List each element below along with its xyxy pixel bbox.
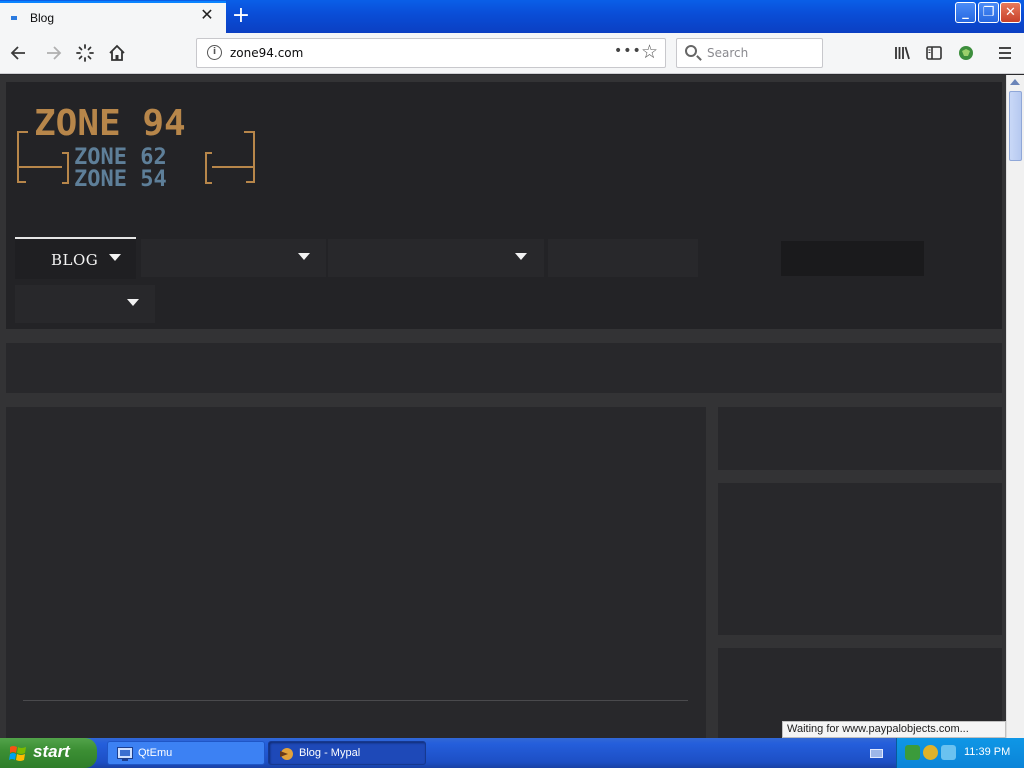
nav-item-label: BLOG bbox=[51, 251, 99, 269]
desktop: Blog ✕ + _ ❐ ✕ i zone94.com ••• ☆ Search… bbox=[0, 0, 1024, 768]
menu-button[interactable] bbox=[994, 42, 1016, 64]
nav-item-4[interactable] bbox=[548, 239, 698, 277]
home-button[interactable] bbox=[106, 42, 128, 64]
nav-item-5[interactable] bbox=[15, 285, 155, 323]
sidebar-widget-2 bbox=[718, 483, 1002, 635]
breadcrumb-bar bbox=[6, 343, 1002, 393]
chevron-down-icon bbox=[127, 299, 139, 306]
site-header: ZONE 94 ZONE 62 ZONE 54 BLOG bbox=[6, 82, 1002, 329]
browser-titlebar: Blog ✕ + _ ❐ ✕ bbox=[0, 0, 1024, 33]
taskbar-item-browser[interactable]: Blog - Mypal bbox=[268, 741, 426, 765]
hamburger-menu-icon bbox=[999, 47, 1011, 59]
tab-blog[interactable]: Blog ✕ bbox=[0, 1, 226, 33]
clock[interactable]: 11:39 PM bbox=[964, 746, 1010, 758]
library-icon bbox=[895, 46, 910, 60]
system-tray: 11:39 PM bbox=[896, 738, 1024, 768]
sidebar-widget-1 bbox=[718, 407, 1002, 470]
stop-loading-button[interactable] bbox=[74, 42, 96, 64]
url-text[interactable]: zone94.com bbox=[230, 46, 303, 60]
start-label: start bbox=[33, 742, 70, 761]
main-content bbox=[6, 407, 706, 738]
tab-title: Blog bbox=[30, 11, 55, 25]
logo-tertiary-text: ZONE 54 bbox=[74, 167, 167, 190]
taskbar-item-qtemu[interactable]: QtEmu bbox=[107, 741, 265, 765]
tray-app-icon[interactable] bbox=[941, 745, 956, 760]
nav-item-3[interactable] bbox=[328, 239, 544, 277]
update-icon[interactable] bbox=[923, 745, 938, 760]
start-button[interactable]: start bbox=[0, 738, 97, 768]
chevron-down-icon bbox=[298, 253, 310, 260]
loading-spinner-icon bbox=[76, 44, 94, 62]
restore-button[interactable]: ❐ bbox=[978, 2, 999, 23]
home-icon bbox=[109, 44, 125, 61]
nav-item-2[interactable] bbox=[141, 239, 326, 277]
taskbar: start QtEmu Blog - Mypal 11:39 PM bbox=[0, 738, 1024, 768]
site-logo[interactable]: ZONE 94 ZONE 62 ZONE 54 bbox=[16, 100, 256, 190]
forward-arrow-icon bbox=[47, 46, 62, 60]
logo-primary-text: ZONE 94 bbox=[34, 103, 186, 144]
bookmark-star-icon[interactable]: ☆ bbox=[641, 41, 658, 63]
page-scrollbar[interactable] bbox=[1006, 75, 1024, 738]
nav-item-blog[interactable]: BLOG bbox=[15, 237, 136, 279]
sidebar-button[interactable] bbox=[923, 42, 945, 64]
close-window-button[interactable]: ✕ bbox=[1000, 2, 1021, 23]
scroll-up-icon[interactable] bbox=[1010, 79, 1020, 85]
page-actions-icon[interactable]: ••• bbox=[614, 43, 642, 59]
search-icon bbox=[685, 45, 697, 57]
network-icon[interactable] bbox=[905, 745, 920, 760]
taskbar-item-label: Blog - Mypal bbox=[299, 747, 361, 759]
content-divider bbox=[23, 700, 688, 701]
forward-button[interactable] bbox=[42, 42, 64, 64]
web-page: ZONE 94 ZONE 62 ZONE 54 BLOG bbox=[0, 75, 1006, 738]
sidebar-icon bbox=[926, 46, 942, 60]
status-panel: Waiting for www.paypalobjects.com... bbox=[782, 721, 1006, 738]
url-bar[interactable]: i zone94.com ••• ☆ bbox=[196, 38, 666, 68]
new-tab-button[interactable]: + bbox=[230, 5, 252, 27]
search-placeholder: Search bbox=[707, 46, 749, 60]
mypal-browser-icon bbox=[280, 748, 293, 760]
scroll-thumb[interactable] bbox=[1009, 91, 1022, 161]
minimize-button[interactable]: _ bbox=[955, 2, 976, 23]
tab-close-icon[interactable]: ✕ bbox=[199, 7, 215, 23]
qtemu-icon bbox=[117, 747, 133, 761]
browser-toolbar: i zone94.com ••• ☆ Search bbox=[0, 33, 1024, 74]
back-arrow-icon bbox=[10, 46, 25, 60]
extension-icon bbox=[959, 46, 973, 60]
site-search-input[interactable] bbox=[781, 241, 924, 276]
chevron-down-icon bbox=[515, 253, 527, 260]
taskbar-item-label: QtEmu bbox=[138, 747, 173, 759]
chevron-down-icon bbox=[109, 254, 121, 261]
site-info-icon[interactable]: i bbox=[207, 45, 222, 60]
search-field[interactable]: Search bbox=[676, 38, 823, 68]
windows-logo-icon bbox=[9, 746, 26, 761]
keyboard-layout-icon[interactable] bbox=[870, 749, 883, 758]
library-button[interactable] bbox=[891, 42, 913, 64]
favicon-icon bbox=[11, 16, 17, 20]
back-button[interactable] bbox=[8, 42, 30, 64]
extension-button[interactable] bbox=[955, 42, 977, 64]
